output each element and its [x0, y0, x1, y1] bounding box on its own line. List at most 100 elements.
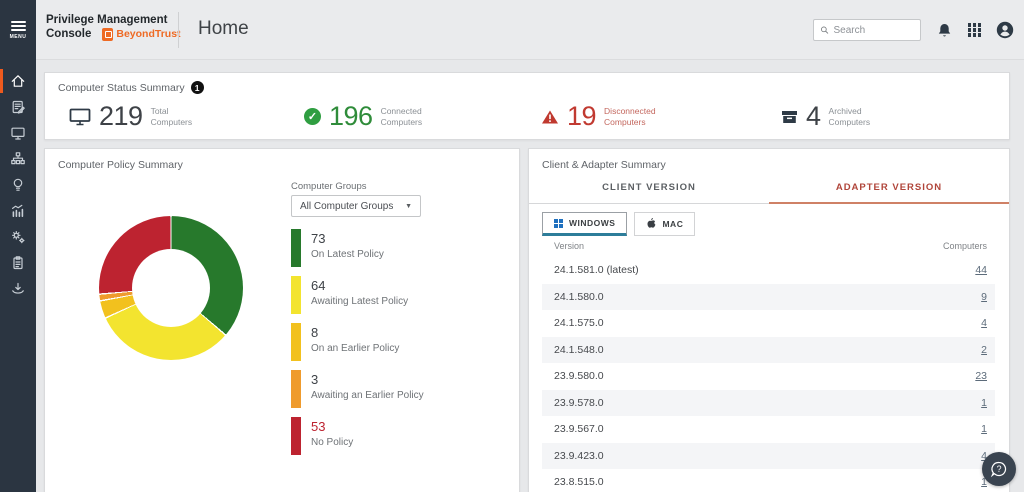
table-row: 24.1.581.0 (latest) 44 — [542, 257, 995, 284]
header-divider — [178, 12, 179, 48]
monitor-icon — [69, 108, 91, 126]
status-tile-value: 196 — [329, 101, 373, 132]
legend-value: 8 — [311, 325, 399, 340]
legend-swatch — [291, 323, 301, 361]
disconnected-computers-tile: 19 DisconnectedComputers — [541, 101, 656, 132]
home-icon — [10, 73, 26, 89]
computers-count-link[interactable]: 4 — [981, 317, 995, 329]
policy-donut[interactable] — [99, 216, 243, 360]
beyondtrust-logo: BeyondTrust — [102, 28, 180, 41]
legend-label: Awaiting an Earlier Policy — [311, 390, 424, 401]
archived-computers-tile: 4 ArchivedComputers — [781, 101, 870, 132]
legend-value: 53 — [311, 419, 353, 434]
account-button[interactable] — [996, 21, 1014, 39]
version-cell: 23.9.580.0 — [542, 370, 604, 382]
apps-button[interactable] — [968, 23, 982, 37]
computer-status-summary-card: Computer Status Summary 1 219 TotalCompu… — [44, 72, 1010, 140]
legend-swatch — [291, 370, 301, 408]
policy-document-icon — [10, 99, 26, 115]
mac-toggle-button[interactable]: MAC — [634, 212, 695, 236]
warning-triangle-icon — [541, 109, 559, 125]
archive-box-icon — [781, 109, 798, 125]
notifications-button[interactable] — [936, 22, 953, 39]
legend-item: 64 Awaiting Latest Policy — [291, 276, 424, 314]
legend-label: On an Earlier Policy — [311, 343, 399, 354]
tab-adapter-version[interactable]: ADAPTER VERSION — [769, 175, 1009, 204]
os-toggle: WINDOWS MAC — [542, 212, 695, 236]
legend-item: 53 No Policy — [291, 417, 424, 455]
notification-count-badge[interactable]: 1 — [191, 81, 204, 94]
computer-groups-icon — [10, 151, 26, 167]
status-tile-value: 4 — [806, 101, 821, 132]
computer-groups-select[interactable]: All Computer Groups ▼ — [291, 195, 421, 217]
policy-summary-title: Computer Policy Summary — [58, 159, 183, 171]
sidebar-item-settings[interactable] — [0, 224, 36, 250]
sidebar-item-insights[interactable] — [0, 172, 36, 198]
lightbulb-icon — [10, 177, 26, 193]
legend-label: Awaiting Latest Policy — [311, 296, 408, 307]
sidebar-item-computers[interactable] — [0, 120, 36, 146]
version-table: 24.1.581.0 (latest) 44 24.1.580.0 9 24.1.5… — [542, 257, 995, 492]
legend-value: 64 — [311, 278, 408, 293]
version-column-header: Version — [542, 241, 584, 251]
menu-label: MENU — [10, 34, 27, 40]
table-row: 24.1.548.02 — [542, 337, 995, 364]
legend-swatch — [291, 276, 301, 314]
version-cell: 23.9.423.0 — [542, 450, 604, 462]
search-icon — [820, 24, 829, 36]
brand: Privilege Management Console BeyondTrust — [46, 13, 196, 41]
sidebar-item-home[interactable] — [0, 68, 36, 94]
status-tile-value: 219 — [99, 101, 143, 132]
legend-label: No Policy — [311, 437, 353, 448]
legend-item: 8 On an Earlier Policy — [291, 323, 424, 361]
status-tile-label: Total — [151, 106, 169, 116]
beyondtrust-logo-icon — [102, 28, 113, 41]
version-cell: 24.1.580.0 — [542, 291, 604, 303]
computers-count-link[interactable]: 2 — [981, 344, 995, 356]
table-row: 24.1.580.0 9 — [542, 284, 995, 311]
tab-client-version[interactable]: CLIENT VERSION — [529, 175, 769, 204]
computer-groups-selected-value: All Computer Groups — [300, 201, 393, 212]
computers-count-link[interactable]: 1 — [981, 423, 995, 435]
table-row: 23.9.578.0 1 — [542, 390, 995, 417]
brand-line1: Privilege Management — [46, 13, 196, 27]
search-input[interactable] — [834, 25, 914, 36]
table-row: 24.1.575.04 — [542, 310, 995, 337]
top-header: Privilege Management Console BeyondTrust… — [36, 0, 1024, 60]
computers-count-link[interactable]: 1 — [981, 397, 995, 409]
search-box[interactable] — [813, 19, 921, 41]
help-button[interactable]: ? — [982, 452, 1016, 486]
legend-value: 3 — [311, 372, 424, 387]
table-row: 23.9.567.01 — [542, 416, 995, 443]
brand-line2: Console — [46, 27, 91, 41]
total-computers-tile: 219 TotalComputers — [69, 101, 192, 132]
version-cell: 24.1.581.0 (latest) — [542, 264, 639, 276]
menu-button[interactable]: MENU — [0, 0, 36, 60]
page-title: Home — [198, 18, 249, 40]
computers-count-link[interactable]: 23 — [975, 370, 995, 382]
sidebar-item-computer-groups[interactable] — [0, 146, 36, 172]
windows-toggle-label: WINDOWS — [569, 218, 615, 228]
computers-column-header: Computers — [943, 241, 995, 251]
status-summary-title: Computer Status Summary — [58, 82, 185, 94]
status-tile-label: Archived — [829, 106, 862, 116]
download-icon — [10, 281, 26, 297]
legend-swatch — [291, 229, 301, 267]
status-tile-value: 19 — [567, 101, 596, 132]
legend-label: On Latest Policy — [311, 249, 384, 260]
computers-count-link[interactable]: 9 — [981, 291, 995, 303]
sidebar-nav — [0, 60, 36, 302]
version-cell: 23.9.578.0 — [542, 397, 604, 409]
sidebar-item-downloads[interactable] — [0, 276, 36, 302]
computer-icon — [10, 125, 26, 141]
computer-policy-summary-panel: Computer Policy Summary Computer Groups … — [44, 148, 520, 492]
legend-item: 3 Awaiting an Earlier Policy — [291, 370, 424, 408]
sidebar-item-analytics[interactable] — [0, 198, 36, 224]
table-row: 23.9.580.0 23 — [542, 363, 995, 390]
legend-value: 73 — [311, 231, 384, 246]
computers-count-link[interactable]: 44 — [975, 264, 995, 276]
windows-toggle-button[interactable]: WINDOWS — [542, 212, 627, 236]
sidebar-item-tasks[interactable] — [0, 250, 36, 276]
clipboard-icon — [10, 255, 26, 271]
sidebar-item-policies[interactable] — [0, 94, 36, 120]
